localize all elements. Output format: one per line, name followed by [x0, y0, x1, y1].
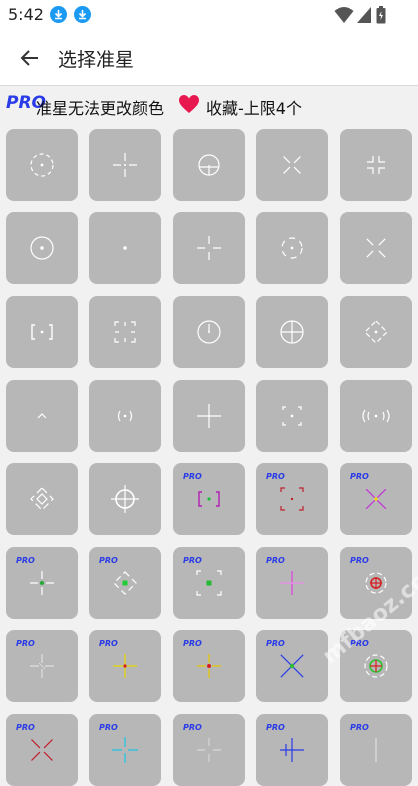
- crosshair-tile[interactable]: PRO: [340, 463, 412, 535]
- crosshair-tile[interactable]: [89, 129, 161, 201]
- crosshair-tile[interactable]: PRO: [6, 714, 78, 786]
- crosshair-tile[interactable]: [340, 296, 412, 368]
- crosshair-tile[interactable]: [6, 380, 78, 452]
- crosshair-diamond-dot-icon: [364, 320, 388, 344]
- crosshair-circle-cross-icon: [198, 154, 220, 176]
- tile-pro-badge: PRO: [266, 472, 285, 481]
- crosshair-tile[interactable]: [340, 129, 412, 201]
- crosshair-tile[interactable]: PRO: [6, 547, 78, 619]
- crosshair-tile[interactable]: PRO: [256, 714, 328, 786]
- tile-pro-badge: PRO: [350, 723, 369, 732]
- tile-pro-badge: PRO: [99, 639, 118, 648]
- crosshair-tile[interactable]: PRO: [6, 630, 78, 702]
- crosshair-tile[interactable]: [6, 463, 78, 535]
- crosshair-corner-cross-icon: [367, 156, 385, 174]
- crosshair-tile[interactable]: [89, 212, 161, 284]
- tile-pro-badge: PRO: [183, 556, 202, 565]
- crosshair-circle-scope-icon: [111, 485, 139, 513]
- crosshair-tile[interactable]: PRO: [256, 463, 328, 535]
- crosshair-corner-bracket-dot-icon: [114, 321, 136, 343]
- tile-pro-badge: PRO: [99, 556, 118, 565]
- crosshair-gap-x-icon: [366, 238, 386, 258]
- crosshair-tile[interactable]: [6, 296, 78, 368]
- crosshair-tile[interactable]: PRO: [89, 547, 161, 619]
- crosshair-plain-cross-icon: [197, 404, 221, 428]
- tile-pro-badge: PRO: [183, 472, 202, 481]
- tile-pro-badge: PRO: [266, 639, 285, 648]
- crosshair-thin-cross-icon: [197, 236, 221, 260]
- crosshair-dot-icon: [123, 246, 127, 250]
- tile-pro-badge: PRO: [99, 723, 118, 732]
- crosshair-tile[interactable]: PRO: [89, 630, 161, 702]
- crosshair-circle-dot-icon: [30, 236, 54, 260]
- crosshair-circle-tick-icon: [197, 320, 221, 344]
- crosshair-tile[interactable]: [89, 463, 161, 535]
- crosshair-tile[interactable]: [173, 129, 245, 201]
- crosshair-x-cross-icon: [283, 156, 301, 174]
- crosshair-tile[interactable]: [6, 129, 78, 201]
- crosshair-tile[interactable]: [256, 380, 328, 452]
- crosshair-tile[interactable]: [89, 296, 161, 368]
- crosshair-circle-cross-full-icon: [280, 320, 304, 344]
- crosshair-tile[interactable]: [256, 212, 328, 284]
- tile-pro-badge: PRO: [183, 639, 202, 648]
- crosshair-tile[interactable]: [173, 380, 245, 452]
- crosshair-bracket-circle-dot-icon: [281, 237, 303, 259]
- crosshair-tile[interactable]: PRO: [340, 714, 412, 786]
- crosshair-tile[interactable]: PRO: [89, 714, 161, 786]
- tile-pro-badge: PRO: [16, 556, 35, 565]
- crosshair-tile[interactable]: PRO: [173, 463, 245, 535]
- crosshair-tile[interactable]: [173, 212, 245, 284]
- crosshair-paren-dot-icon: [117, 410, 133, 422]
- crosshair-tile[interactable]: [256, 296, 328, 368]
- crosshair-tile[interactable]: [256, 129, 328, 201]
- crosshair-small-corners-dot-icon: [282, 406, 302, 426]
- crosshair-tile[interactable]: PRO: [173, 547, 245, 619]
- tile-pro-badge: PRO: [266, 556, 285, 565]
- crosshair-tile[interactable]: [89, 380, 161, 452]
- crosshair-chevron-icon: [37, 413, 47, 419]
- crosshair-tile[interactable]: [340, 212, 412, 284]
- crosshair-tile[interactable]: [340, 380, 412, 452]
- crosshair-tile[interactable]: [6, 212, 78, 284]
- crosshair-gap-cross-dot-icon: [113, 153, 137, 177]
- crosshair-double-paren-icon: [362, 409, 390, 423]
- tile-pro-badge: PRO: [350, 472, 369, 481]
- crosshair-tile[interactable]: [173, 296, 245, 368]
- crosshair-tile[interactable]: PRO: [256, 630, 328, 702]
- crosshair-tile[interactable]: PRO: [173, 630, 245, 702]
- tile-pro-badge: PRO: [266, 723, 285, 732]
- tile-pro-badge: PRO: [183, 723, 202, 732]
- crosshair-tile[interactable]: PRO: [256, 547, 328, 619]
- tile-pro-badge: PRO: [16, 639, 35, 648]
- tile-pro-badge: PRO: [350, 556, 369, 565]
- crosshair-broken-diamond-icon: [30, 487, 54, 511]
- crosshair-bracket-dot-icon: [31, 324, 53, 340]
- crosshair-dashed-circle-dot-icon: [30, 153, 54, 177]
- tile-pro-badge: PRO: [16, 723, 35, 732]
- crosshair-tile[interactable]: PRO: [173, 714, 245, 786]
